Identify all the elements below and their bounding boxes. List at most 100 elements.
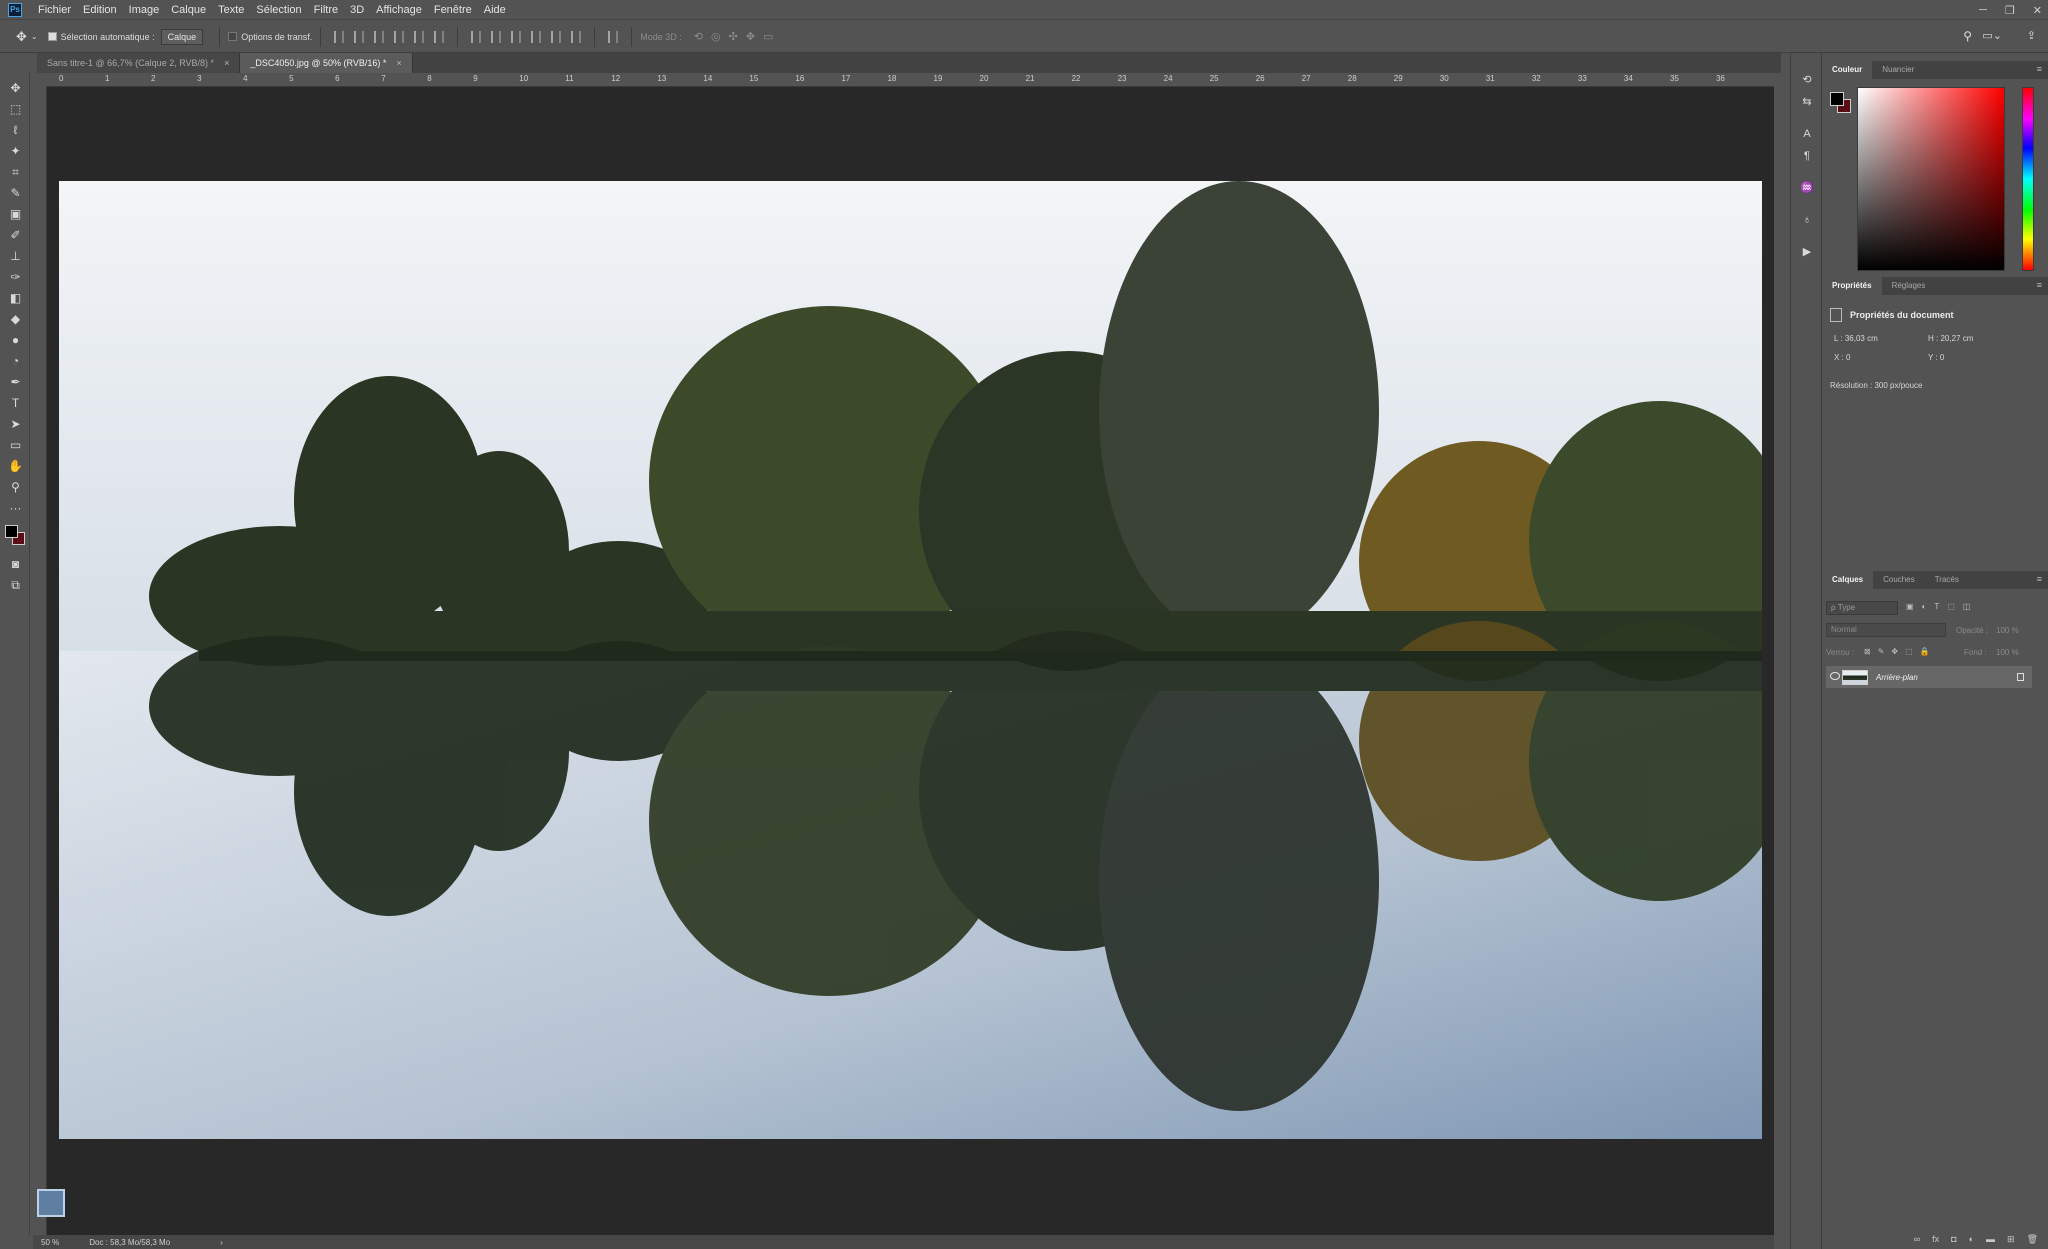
- move-tool-icon[interactable]: ✥: [16, 29, 27, 45]
- workspace-icon[interactable]: ▭⌄: [1982, 29, 2002, 42]
- add-mask-icon[interactable]: ◘: [1951, 1234, 1956, 1244]
- pen-tool-icon[interactable]: ✒: [8, 375, 23, 390]
- height-value[interactable]: H : 20,27 cm: [1928, 334, 1973, 343]
- history-brush-tool-icon[interactable]: ✑: [8, 270, 23, 285]
- screen-mode-icon[interactable]: ⧉: [8, 578, 23, 593]
- gradient-tool-icon[interactable]: ◆: [8, 312, 23, 327]
- align-top-icon[interactable]: [334, 30, 345, 43]
- align-vcenter-icon[interactable]: [354, 30, 365, 43]
- visibility-eye-icon[interactable]: [1830, 672, 1840, 680]
- menu-filtre[interactable]: Filtre: [308, 0, 344, 20]
- layer-lock-icon[interactable]: [2017, 673, 2024, 681]
- tab-nuancier[interactable]: Nuancier: [1872, 61, 1924, 79]
- color-panel-menu-icon[interactable]: ≡: [2037, 64, 2042, 74]
- align-left-icon[interactable]: [394, 30, 405, 43]
- search-icon[interactable]: ⚲: [1963, 29, 1972, 43]
- delete-layer-icon[interactable]: 🗑: [2027, 1234, 2038, 1245]
- menu-aide[interactable]: Aide: [478, 0, 512, 20]
- distribute-right-icon[interactable]: [571, 30, 582, 43]
- color-picker-field[interactable]: [1857, 87, 2005, 271]
- lasso-tool-icon[interactable]: ℓ: [8, 123, 23, 138]
- menu-calque[interactable]: Calque: [165, 0, 212, 20]
- align-bottom-icon[interactable]: [374, 30, 385, 43]
- tab-reglages[interactable]: Réglages: [1882, 277, 1936, 295]
- distribute-hcenter-icon[interactable]: [551, 30, 562, 43]
- restore-icon[interactable]: ❐: [2005, 4, 2015, 17]
- layer-filter-icons[interactable]: ▣◐T⬚◫: [1906, 602, 1978, 611]
- brush-tool-icon[interactable]: ✐: [8, 228, 23, 243]
- align-hcenter-icon[interactable]: [414, 30, 425, 43]
- path-selection-tool-icon[interactable]: ➤: [8, 417, 23, 432]
- layers-panel-menu-icon[interactable]: ≡: [2037, 574, 2042, 584]
- tab-proprietes[interactable]: Propriétés: [1822, 277, 1882, 295]
- actions-play-icon[interactable]: ▶: [1800, 245, 1814, 259]
- width-value[interactable]: L : 36,03 cm: [1834, 334, 1878, 343]
- menu-edition[interactable]: Edition: [77, 0, 123, 20]
- blend-mode-select[interactable]: Normal: [1826, 623, 1946, 637]
- menu-image[interactable]: Image: [123, 0, 166, 20]
- close-icon[interactable]: ✕: [2033, 4, 2042, 17]
- tab-dsc4050[interactable]: _DSC4050.jpg @ 50% (RVB/16) * ×: [240, 53, 413, 73]
- eraser-tool-icon[interactable]: ◧: [8, 291, 23, 306]
- auto-select-checkbox[interactable]: [47, 32, 57, 41]
- x-value[interactable]: X : 0: [1834, 353, 1850, 362]
- character-panel-icon[interactable]: A: [1800, 127, 1814, 141]
- menu-texte[interactable]: Texte: [212, 0, 250, 20]
- foreground-color-swatch[interactable]: [5, 525, 18, 538]
- hand-tool-icon[interactable]: ✋: [8, 459, 23, 474]
- fill-value[interactable]: 100 %: [1996, 648, 2019, 657]
- paragraph-panel-icon[interactable]: ¶: [1800, 149, 1814, 163]
- transform-checkbox[interactable]: [228, 32, 238, 41]
- menu-affichage[interactable]: Affichage: [370, 0, 428, 20]
- distribute-bottom-icon[interactable]: [511, 30, 522, 43]
- distribute-left-icon[interactable]: [531, 30, 542, 43]
- new-group-icon[interactable]: ▬: [1986, 1234, 1995, 1244]
- align-right-icon[interactable]: [434, 30, 445, 43]
- zoom-level[interactable]: 50 %: [41, 1238, 59, 1247]
- marquee-tool-icon[interactable]: ⬚: [8, 102, 23, 117]
- type-tool-icon[interactable]: T: [8, 396, 23, 411]
- adjustments-panel-icon[interactable]: ⇆: [1800, 95, 1814, 109]
- opacity-value[interactable]: 100 %: [1996, 626, 2019, 635]
- magic-wand-tool-icon[interactable]: ✦: [8, 144, 23, 159]
- lock-icons[interactable]: ⊠✎✥⬚🔒: [1864, 647, 1937, 656]
- adjustment-layer-icon[interactable]: ◐: [1969, 1234, 1974, 1244]
- rectangle-tool-icon[interactable]: ▭: [8, 438, 23, 453]
- photoshop-logo-icon[interactable]: Ps: [8, 2, 22, 17]
- link-layers-icon[interactable]: ∞: [1914, 1234, 1920, 1244]
- layers-filter-input[interactable]: ρ Type: [1826, 601, 1898, 615]
- document-image[interactable]: [59, 181, 1762, 1139]
- y-value[interactable]: Y : 0: [1928, 353, 1944, 362]
- tab-traces[interactable]: Tracés: [1925, 571, 1969, 589]
- tab-couleur[interactable]: Couleur: [1822, 61, 1873, 79]
- tab-close-icon[interactable]: ×: [224, 58, 229, 68]
- layer-row-background[interactable]: Arrière-plan: [1826, 666, 2032, 688]
- layer-name[interactable]: Arrière-plan: [1876, 673, 1918, 682]
- share-icon[interactable]: ⇪: [2027, 29, 2036, 42]
- tab-calques[interactable]: Calques: [1822, 571, 1874, 589]
- eyedropper-tool-icon[interactable]: ✎: [8, 186, 23, 201]
- brush-settings-icon[interactable]: ♒: [1800, 181, 1814, 195]
- quick-mask-icon[interactable]: ◙: [8, 557, 23, 572]
- tab-close-icon[interactable]: ×: [396, 58, 401, 68]
- hue-slider[interactable]: [2022, 87, 2034, 271]
- properties-panel-menu-icon[interactable]: ≡: [2037, 280, 2042, 290]
- dodge-tool-icon[interactable]: ◔: [8, 354, 23, 369]
- healing-brush-tool-icon[interactable]: ▣: [8, 207, 23, 222]
- color-panel-foreground-swatch[interactable]: [1830, 92, 1844, 106]
- tool-preset-chevron-icon[interactable]: ⌄: [31, 32, 38, 41]
- zoom-tool-icon[interactable]: ⚲: [8, 480, 23, 495]
- menu-selection[interactable]: Sélection: [250, 0, 307, 20]
- minimize-icon[interactable]: ─: [1979, 4, 1987, 16]
- crop-tool-icon[interactable]: ⌗: [8, 165, 23, 180]
- learn-panel-icon[interactable]: ♁: [1800, 213, 1814, 227]
- tab-sans-titre[interactable]: Sans titre-1 @ 66,7% (Calque 2, RVB/8) *…: [37, 53, 241, 73]
- clone-stamp-tool-icon[interactable]: ⊥: [8, 249, 23, 264]
- status-menu-arrow-icon[interactable]: ›: [220, 1238, 223, 1247]
- history-panel-icon[interactable]: ⟲: [1800, 73, 1814, 87]
- menu-fichier[interactable]: Fichier: [32, 0, 77, 20]
- distribute-top-icon[interactable]: [471, 30, 482, 43]
- navigator-thumbnail-icon[interactable]: [37, 1189, 65, 1217]
- more-tools-icon[interactable]: ···: [8, 501, 23, 516]
- new-layer-icon[interactable]: ⊞: [2007, 1234, 2015, 1245]
